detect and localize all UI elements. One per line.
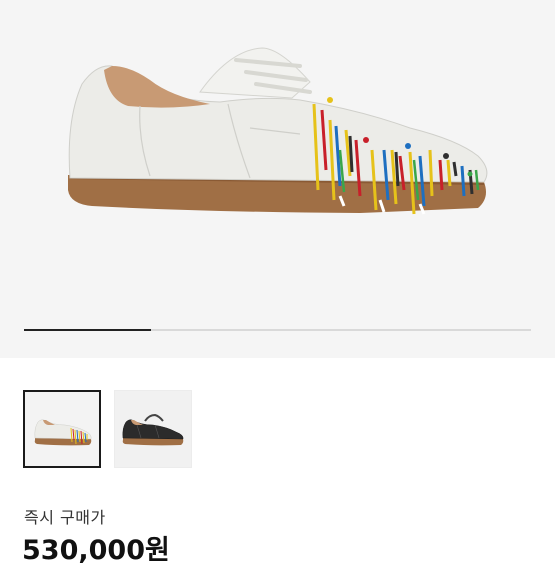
product-image-gallery[interactable] — [0, 0, 555, 358]
gallery-progress-fill — [24, 329, 151, 331]
thumbnail-image — [34, 419, 92, 446]
gallery-progress-bar — [24, 329, 531, 331]
instant-purchase-price-label: 즉시 구매가 — [24, 508, 106, 527]
price-value: 530,000원 — [22, 535, 170, 566]
thumbnail-white-paint-splatter[interactable] — [23, 390, 101, 468]
sneaker-image — [68, 47, 488, 215]
thumbnail-image — [122, 413, 184, 446]
thumbnail-black-leather[interactable] — [114, 390, 192, 468]
